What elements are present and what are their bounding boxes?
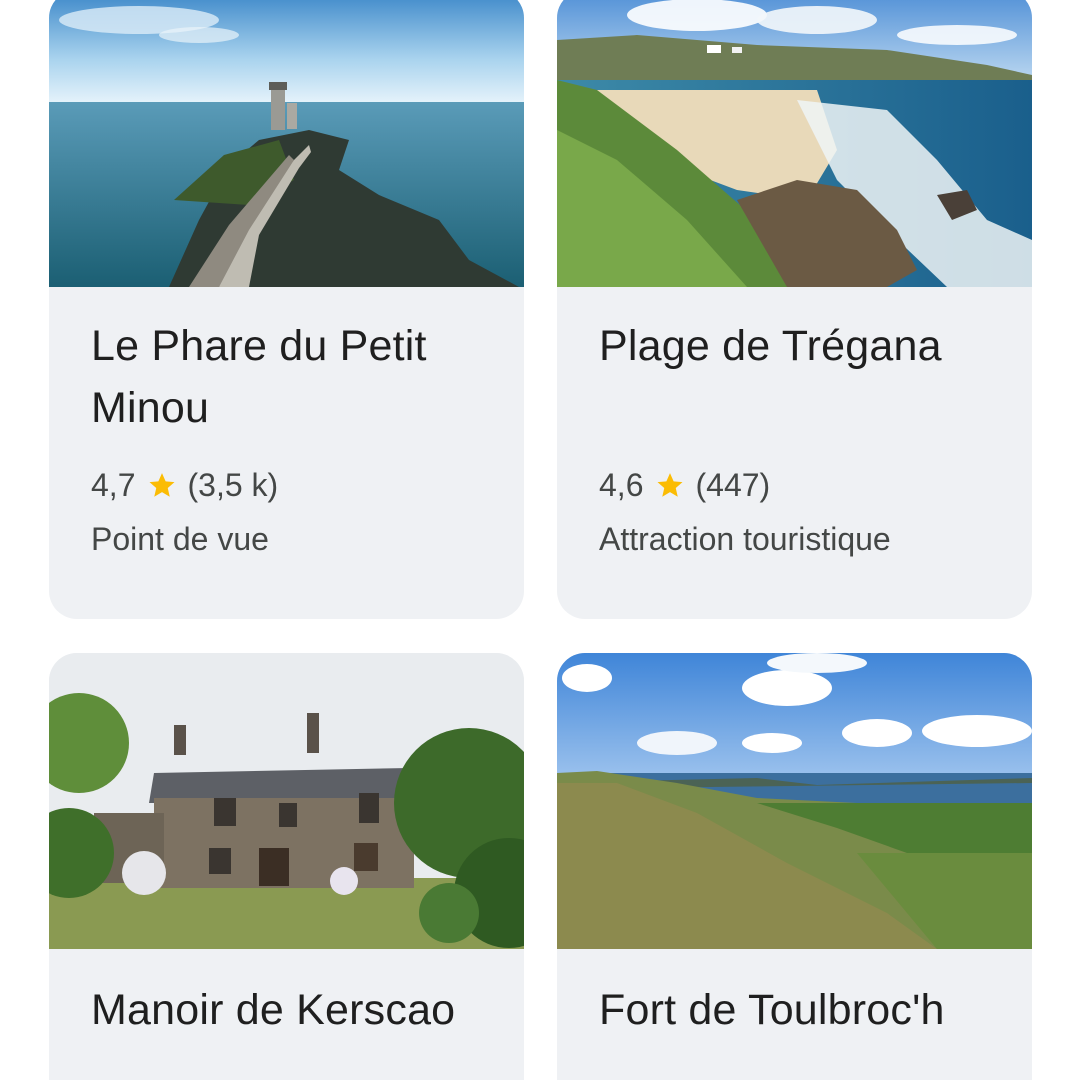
- review-count: (3,5 k): [187, 466, 279, 503]
- lighthouse-photo[interactable]: [49, 0, 524, 287]
- place-card-fort-de-toulbroch[interactable]: Fort de Toulbroc'h: [557, 653, 1032, 1080]
- star-icon: [655, 470, 685, 500]
- place-card-phare-du-petit-minou[interactable]: Le Phare du Petit Minou 4,7 (3,5 k) Poin…: [49, 0, 524, 619]
- place-category: Point de vue: [91, 521, 269, 557]
- rating-value: 4,7: [91, 466, 136, 503]
- places-grid: Le Phare du Petit Minou 4,7 (3,5 k) Poin…: [0, 0, 1078, 1080]
- place-info: Fort de Toulbroc'h: [557, 979, 1032, 1041]
- place-title: Le Phare du Petit Minou: [91, 322, 427, 432]
- place-title: Manoir de Kerscao: [91, 986, 456, 1034]
- place-card-plage-de-tregana[interactable]: Plage de Trégana 4,6 (447) Attraction to…: [557, 0, 1032, 619]
- place-title: Fort de Toulbroc'h: [599, 986, 945, 1034]
- place-category: Attraction touristique: [599, 521, 891, 557]
- coastal-landscape-photo[interactable]: [557, 653, 1032, 949]
- star-icon: [147, 470, 177, 500]
- place-info: Plage de Trégana 4,6 (447) Attraction to…: [557, 315, 1032, 558]
- rating-value: 4,6: [599, 466, 644, 503]
- rating-row: 4,7 (3,5 k): [91, 463, 484, 507]
- place-info: Le Phare du Petit Minou 4,7 (3,5 k) Poin…: [49, 315, 524, 558]
- place-card-manoir-de-kerscao[interactable]: Manoir de Kerscao: [49, 653, 524, 1080]
- place-info: Manoir de Kerscao: [49, 979, 524, 1041]
- manor-photo[interactable]: [49, 653, 524, 949]
- beach-photo[interactable]: [557, 0, 1032, 287]
- review-count: (447): [695, 466, 771, 503]
- rating-row: 4,6 (447): [599, 463, 992, 507]
- place-title: Plage de Trégana: [599, 322, 942, 370]
